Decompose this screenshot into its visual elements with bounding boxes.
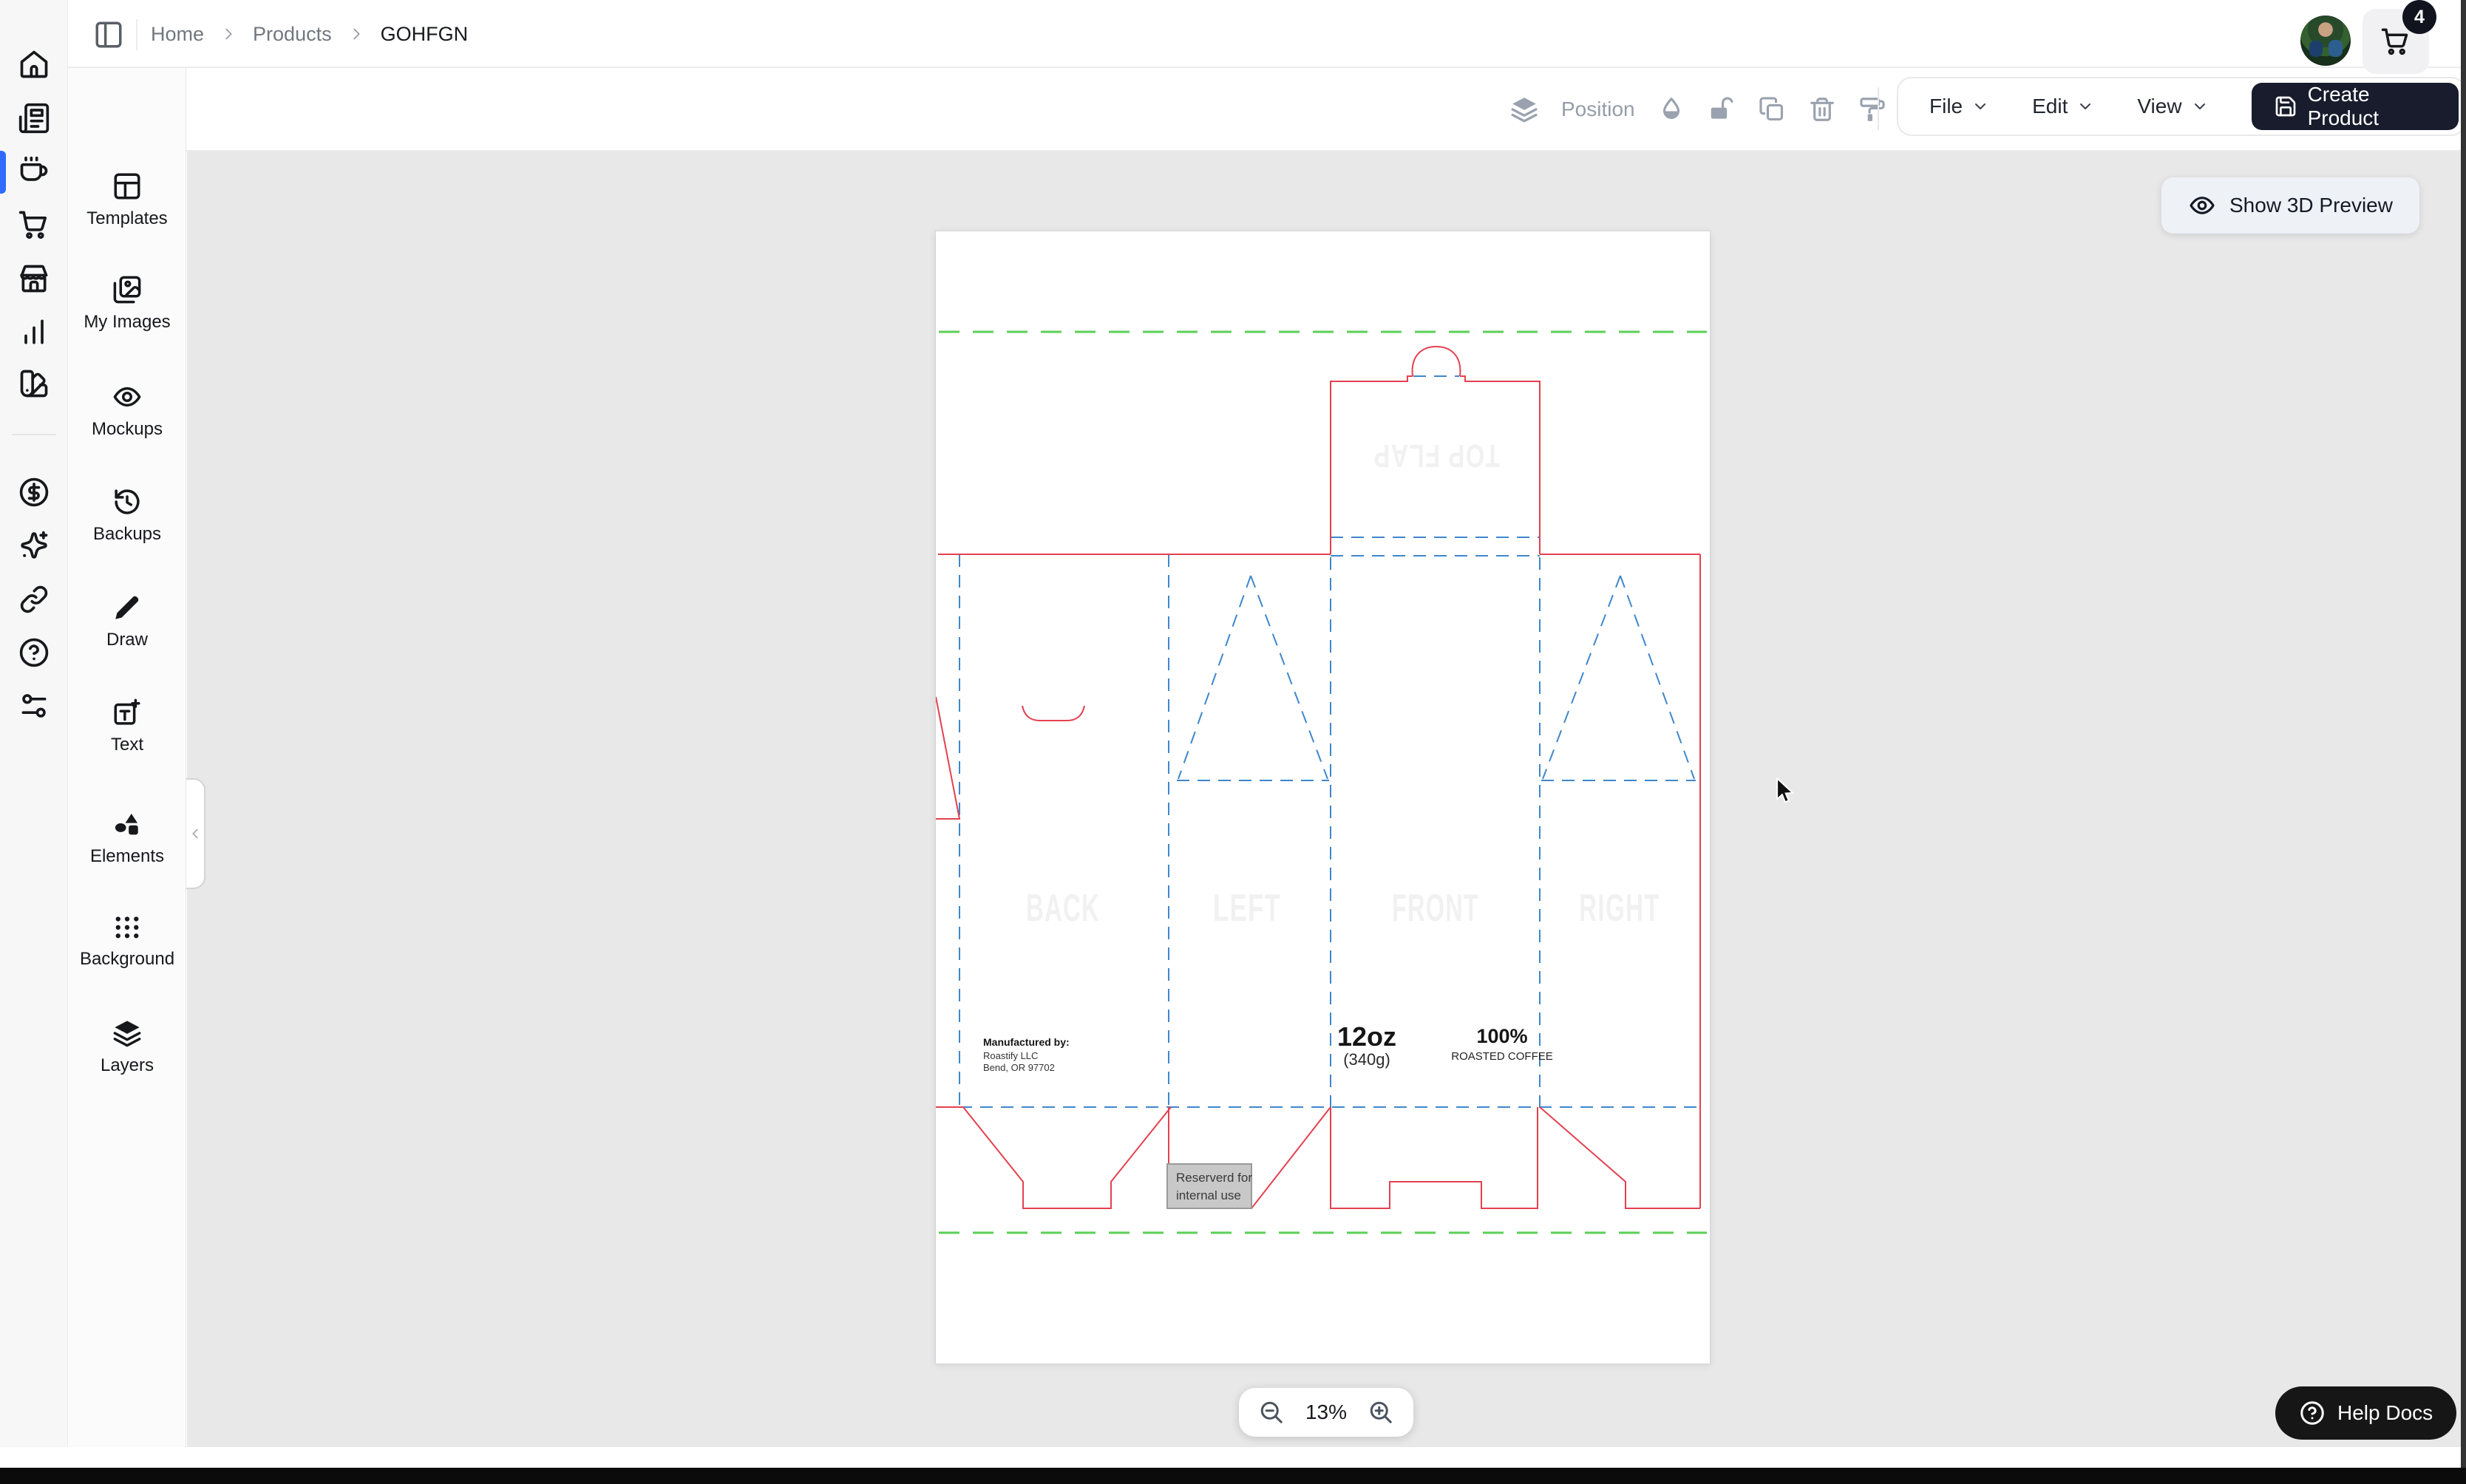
- help-icon[interactable]: [18, 636, 50, 669]
- chevron-right-icon: [220, 26, 237, 42]
- front-size-text: 12oz: [1337, 1021, 1396, 1052]
- zoom-level[interactable]: 13%: [1302, 1400, 1350, 1424]
- zoom-in-icon[interactable]: [1368, 1399, 1394, 1426]
- eye-icon: [112, 381, 143, 412]
- cart-badge: 4: [2402, 0, 2436, 34]
- templates-icon: [112, 171, 143, 202]
- window-bottom-bar: [0, 1468, 2466, 1484]
- history-icon: [112, 486, 143, 517]
- toolbar-divider: [1878, 87, 1879, 130]
- sidebar-item-background[interactable]: Background: [68, 911, 186, 970]
- position-label[interactable]: Position: [1561, 98, 1635, 121]
- sidebar-item-backups[interactable]: Backups: [68, 486, 186, 545]
- chevron-down-icon: [1971, 98, 1989, 115]
- breadcrumb: Home Products GOHFGN: [151, 0, 468, 68]
- icon-rail: [0, 0, 68, 1447]
- eye-icon: [2188, 191, 2216, 219]
- help-docs-button[interactable]: Help Docs: [2275, 1386, 2456, 1440]
- duplicate-icon[interactable]: [1758, 95, 1786, 123]
- breadcrumb-home[interactable]: Home: [151, 23, 204, 46]
- panel-label-right: RIGHT: [1579, 887, 1660, 930]
- chevron-right-icon: [348, 26, 364, 42]
- save-icon: [2274, 95, 2297, 118]
- question-circle-icon: [2299, 1400, 2326, 1426]
- unlock-icon[interactable]: [1708, 95, 1736, 123]
- breadcrumb-divider: [136, 19, 137, 50]
- reserved-text-line1: Reserverd for: [1176, 1171, 1252, 1185]
- sidebar-item-layers[interactable]: Layers: [68, 1018, 186, 1076]
- mfg-text-line2: Roastify LLC: [983, 1050, 1038, 1061]
- design-canvas[interactable]: Reserverd for internal use TOP FLAP BACK…: [187, 152, 2466, 1447]
- reserved-text-line2: internal use: [1176, 1188, 1241, 1202]
- settings-icon[interactable]: [18, 690, 50, 722]
- sidebar-collapse-handle[interactable]: [186, 778, 206, 889]
- front-sub-text: ROASTED COFFEE: [1451, 1050, 1553, 1063]
- cut-lines: [936, 347, 1700, 1208]
- tool-sidebar: Templates My Images Mockups Backups Draw…: [68, 68, 186, 1447]
- chevron-left-icon: [187, 826, 203, 842]
- sidebar-item-templates[interactable]: Templates: [68, 171, 186, 229]
- products-icon[interactable]: [18, 155, 50, 188]
- breadcrumb-current: GOHFGN: [381, 23, 469, 46]
- analytics-icon[interactable]: [18, 316, 50, 348]
- reserved-area: Reserverd for internal use: [1167, 1164, 1252, 1208]
- layers-position-icon[interactable]: [1509, 95, 1539, 124]
- position-toolbar-group: Position: [1509, 68, 1886, 150]
- ai-tools-icon[interactable]: [18, 529, 50, 562]
- panel-label-back: BACK: [1026, 887, 1100, 930]
- window-bottom-strip: [0, 1447, 2466, 1468]
- zoom-control: 13%: [1239, 1388, 1413, 1437]
- menu-group: File Edit View Create Product: [1897, 77, 2466, 136]
- integrations-icon[interactable]: [18, 583, 50, 616]
- bleed-lines: [939, 332, 1707, 1233]
- home-icon[interactable]: [18, 48, 50, 81]
- mfg-text-line1: Manufactured by:: [983, 1036, 1070, 1048]
- text-icon: [112, 697, 143, 728]
- avatar[interactable]: [2300, 16, 2351, 66]
- chevron-down-icon: [2191, 98, 2209, 115]
- billing-icon[interactable]: [18, 476, 50, 508]
- sidebar-toggle-icon[interactable]: [87, 18, 130, 52]
- mfg-text-line3: Bend, OR 97702: [983, 1062, 1055, 1073]
- top-bar: Home Products GOHFGN 4: [68, 0, 2466, 68]
- swatches-icon[interactable]: [18, 367, 50, 400]
- paint-roller-icon[interactable]: [1858, 95, 1886, 123]
- sidebar-item-my-images[interactable]: My Images: [68, 274, 186, 333]
- panel-label-left: LEFT: [1213, 887, 1281, 930]
- layers-icon: [112, 1018, 143, 1049]
- artboard[interactable]: Reserverd for internal use TOP FLAP BACK…: [936, 231, 1710, 1364]
- front-pct-text: 100%: [1476, 1025, 1527, 1047]
- window-right-edge: [2461, 0, 2466, 1468]
- file-menu[interactable]: File: [1929, 95, 1989, 118]
- editor-toolbar: Position File Edit View Create Product: [186, 68, 2466, 152]
- dots-grid-icon: [112, 911, 143, 942]
- mouse-cursor: [1773, 777, 1798, 809]
- store-icon[interactable]: [18, 262, 50, 295]
- dieline-drawing: Reserverd for internal use TOP FLAP BACK…: [936, 231, 1710, 1364]
- color-droplet-icon[interactable]: [1657, 95, 1685, 123]
- orders-icon[interactable]: [18, 102, 50, 135]
- panel-label-front: FRONT: [1392, 887, 1479, 930]
- chevron-down-icon: [2076, 98, 2094, 115]
- pencil-icon: [112, 592, 143, 623]
- edit-menu[interactable]: Edit: [2032, 95, 2094, 118]
- front-weight-text: (340g): [1343, 1050, 1390, 1069]
- active-indicator: [0, 151, 6, 194]
- sidebar-item-elements[interactable]: Elements: [68, 809, 186, 867]
- cart-rail-icon[interactable]: [18, 208, 50, 241]
- top-flap-label: TOP FLAP: [1373, 438, 1500, 474]
- sidebar-item-text[interactable]: Text: [68, 697, 186, 755]
- breadcrumb-products[interactable]: Products: [253, 23, 332, 46]
- images-icon: [112, 274, 143, 305]
- zoom-out-icon[interactable]: [1258, 1399, 1285, 1426]
- trash-icon[interactable]: [1808, 95, 1836, 123]
- sidebar-item-draw[interactable]: Draw: [68, 592, 186, 650]
- sidebar-item-mockups[interactable]: Mockups: [68, 381, 186, 440]
- create-product-button[interactable]: Create Product: [2252, 83, 2459, 130]
- view-menu[interactable]: View: [2137, 95, 2208, 118]
- cart-icon: [2380, 26, 2411, 57]
- shapes-icon: [112, 809, 143, 840]
- show-3d-preview-button[interactable]: Show 3D Preview: [2161, 177, 2419, 234]
- rail-divider: [12, 434, 56, 435]
